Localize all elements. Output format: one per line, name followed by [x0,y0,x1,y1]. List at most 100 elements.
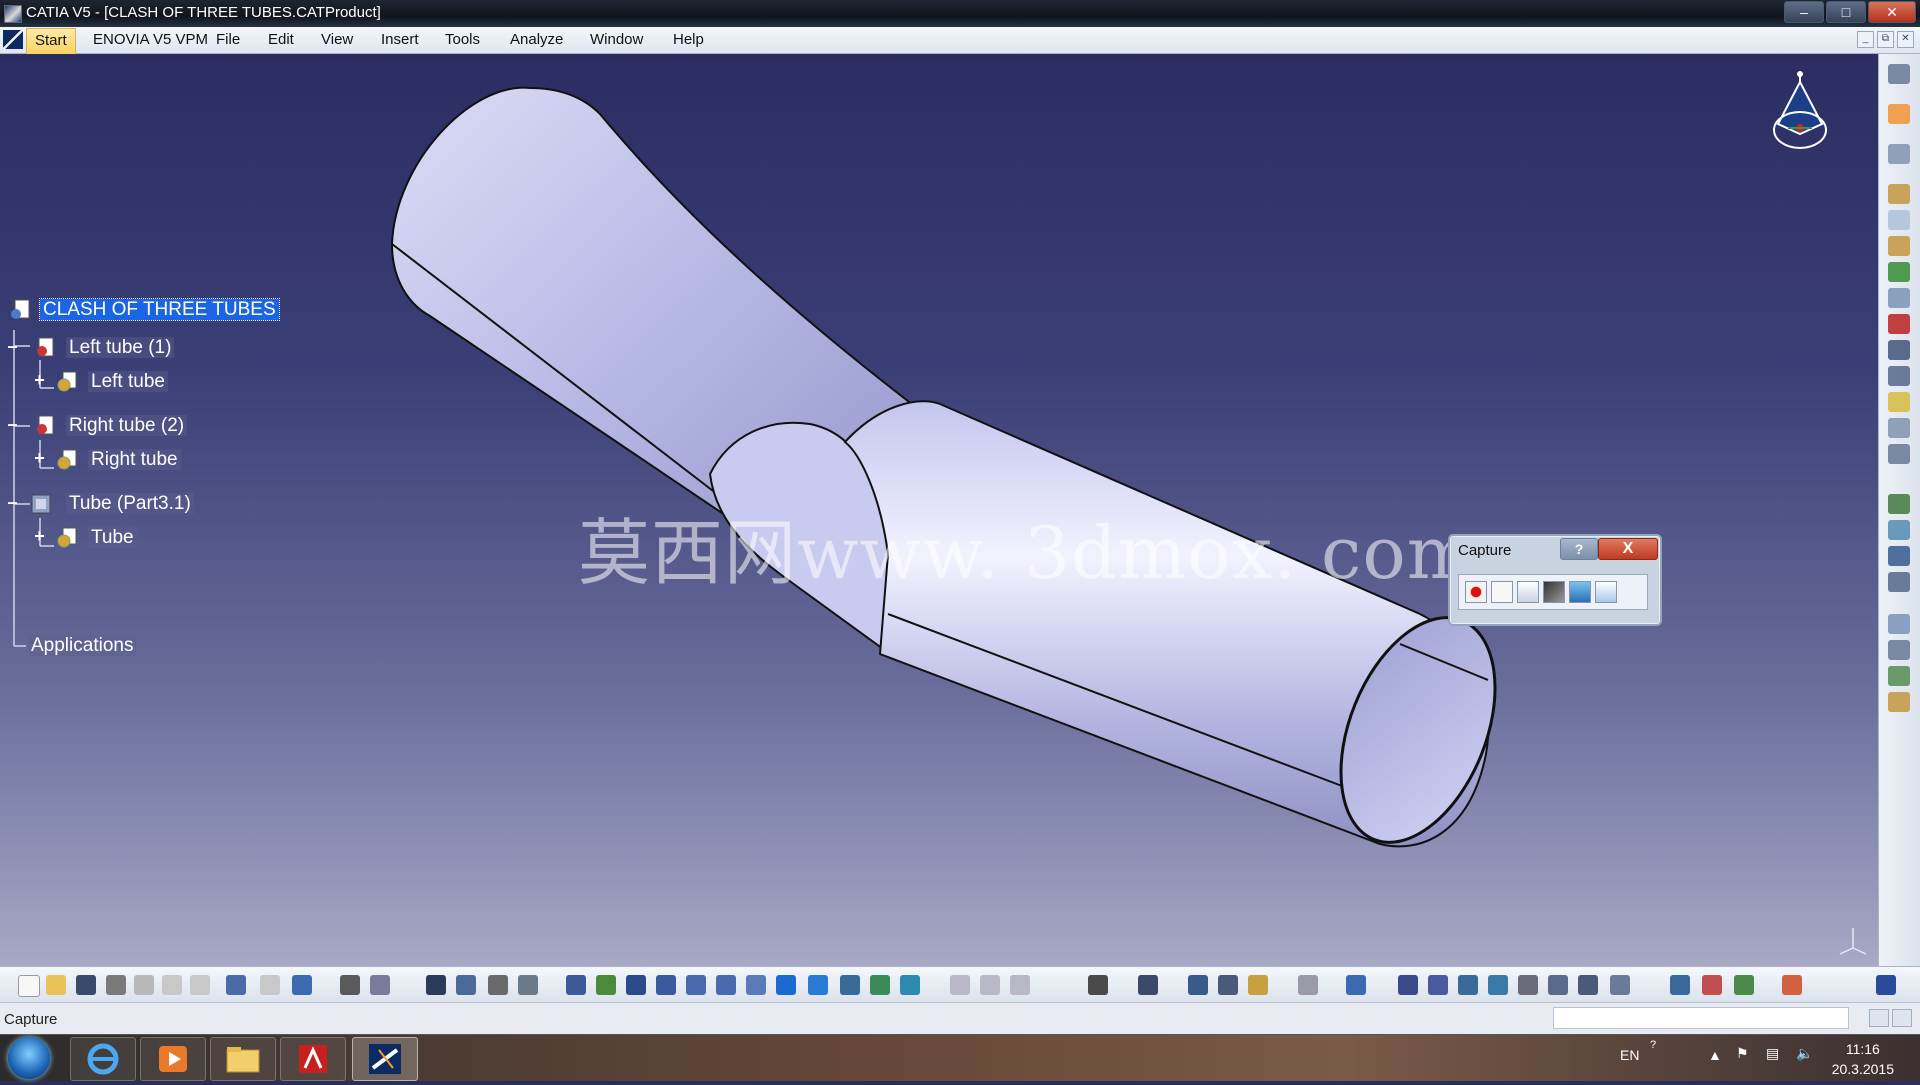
comment-icon[interactable] [370,975,390,995]
album-icon[interactable] [1569,581,1591,603]
sectioning-icon[interactable] [1248,975,1268,995]
compass-icon[interactable] [1768,68,1832,158]
select-arrow-icon[interactable] [1888,104,1910,124]
tree-item-tube[interactable]: Tube [56,524,137,552]
fly-mode-toggle-icon[interactable] [566,975,586,995]
power-input-field[interactable] [1553,1007,1849,1029]
design-table-icon[interactable] [456,975,476,995]
open-icon[interactable] [46,975,66,995]
kinematics-icon[interactable] [1734,975,1754,995]
status-close-icon[interactable] [1892,1009,1912,1027]
menu-help[interactable]: Help [673,31,704,48]
menu-window[interactable]: Window [590,31,643,48]
workbench-icon[interactable] [1428,975,1448,995]
update-icon[interactable] [980,975,1000,995]
coincidence-constraint-icon[interactable] [1888,614,1910,634]
whats-this-icon[interactable] [292,975,312,995]
hide-show-icon[interactable] [870,975,890,995]
tree-item-left-tube-1[interactable]: Left tube (1) [30,334,175,362]
collapse-tube-part-icon[interactable]: – [6,493,19,511]
tree-item-applications[interactable]: Applications [28,632,137,660]
print-icon[interactable] [106,975,126,995]
iso-view-icon[interactable] [808,975,828,995]
close-button[interactable]: ✕ [1868,1,1916,23]
multi-view-icon[interactable] [776,975,796,995]
clash-icon[interactable] [1010,975,1030,995]
cut-icon[interactable] [134,975,154,995]
new-product-icon[interactable] [1888,210,1910,230]
tree-root[interactable]: CLASH OF THREE TUBES [10,296,280,324]
tolerance-icon[interactable] [1578,975,1598,995]
copy-icon[interactable] [162,975,182,995]
measure-icon[interactable] [488,975,508,995]
collapse-left-tube-1-icon[interactable]: – [6,337,19,355]
new-part-icon[interactable] [1888,236,1910,256]
doc-close-button[interactable]: ✕ [1897,31,1914,48]
menu-enovia[interactable]: ENOVIA V5 VPM [93,31,208,48]
expand-right-tube-icon[interactable]: + [33,449,46,467]
refresh-icon[interactable] [1298,975,1318,995]
collapse-right-tube-2-icon[interactable]: – [6,415,19,433]
manage-representations-icon[interactable] [1888,392,1910,412]
tree-item-tube-part[interactable]: Tube (Part3.1) [30,490,194,518]
replace-component-icon[interactable] [1888,288,1910,308]
publish-icon[interactable] [1346,975,1366,995]
annotation-icon[interactable] [1610,975,1630,995]
menu-tools[interactable]: Tools [445,31,480,48]
file-explorer-icon[interactable] [210,1037,276,1081]
constraint-icon[interactable] [950,975,970,995]
acrobat-icon[interactable] [280,1037,346,1081]
new-icon[interactable] [18,975,40,997]
expand-tube-icon[interactable]: + [33,527,46,545]
fly-mode-icon[interactable] [1888,144,1910,164]
fix-component-icon[interactable] [1888,692,1910,712]
menu-file[interactable]: File [216,31,240,48]
section-icon[interactable] [1188,975,1208,995]
menu-analyze[interactable]: Analyze [510,31,563,48]
tree-item-right-tube[interactable]: Right tube [56,446,181,474]
maximize-button[interactable]: □ [1826,1,1866,23]
select-icon[interactable] [1491,581,1513,603]
analysis-icon[interactable] [1670,975,1690,995]
volume-icon[interactable]: 🔈 [1796,1045,1813,1062]
menu-view[interactable]: View [321,31,353,48]
offset-constraint-icon[interactable] [1888,666,1910,686]
save-icon[interactable] [76,975,96,995]
keyboard-icon[interactable]: ? [1650,1039,1656,1051]
normal-view-icon[interactable] [746,975,766,995]
simulation-icon[interactable] [1702,975,1722,995]
bill-of-material-icon[interactable] [1888,64,1910,84]
options-icon[interactable] [1517,581,1539,603]
new-component-icon[interactable] [1888,184,1910,204]
catia-logo-icon[interactable] [1876,975,1896,995]
existing-component-icon[interactable] [1888,262,1910,282]
selective-load-icon[interactable] [1888,366,1910,386]
capture-mode-icon[interactable] [1543,581,1565,603]
windows-start-button[interactable] [8,1037,50,1079]
material-icon[interactable] [1458,975,1478,995]
graph-tree-reordering-icon[interactable] [1888,314,1910,334]
clock[interactable]: 11:16 20.3.2015 [1832,1039,1894,1079]
language-indicator[interactable]: EN [1620,1047,1639,1063]
product-structure-icon[interactable] [1488,975,1508,995]
doc-minimize-button[interactable]: _ [1857,31,1874,48]
status-restore-icon[interactable] [1869,1009,1889,1027]
pencil-icon[interactable] [1518,975,1538,995]
record-icon[interactable] [1465,581,1487,603]
fit-all-icon[interactable] [596,975,616,995]
media-player-icon[interactable] [140,1037,206,1081]
expand-left-tube-icon[interactable]: + [33,371,46,389]
graph-icon[interactable] [1595,581,1617,603]
distance-icon[interactable] [1218,975,1238,995]
zoom-in-icon[interactable] [686,975,706,995]
explode-icon[interactable] [1888,546,1910,566]
internet-explorer-icon[interactable] [70,1037,136,1081]
tree-item-right-tube-2[interactable]: Right tube (2) [30,412,188,440]
grid-icon[interactable] [1548,975,1568,995]
doc-restore-button[interactable]: ⧉ [1877,31,1894,48]
rotate-icon[interactable] [656,975,676,995]
zoom-out-icon[interactable] [716,975,736,995]
minimize-button[interactable]: – [1784,1,1824,23]
redo-icon[interactable] [260,975,280,995]
link-icon[interactable] [1398,975,1418,995]
